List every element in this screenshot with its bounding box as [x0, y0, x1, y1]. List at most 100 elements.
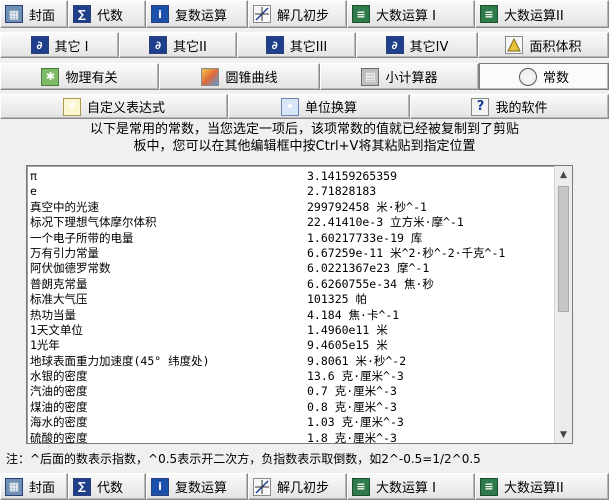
instruction-text: 以下是常用的常数，当您选定一项后，该项常数的值就已经被复制到了剪贴 板中，您可以… — [0, 121, 609, 159]
tab-label: 复数运算 — [175, 8, 228, 24]
list-item[interactable]: 海水的密度 1.03 克·厘米^-3 — [30, 415, 550, 430]
unit-convert-icon: • — [280, 97, 299, 116]
tab-封面[interactable]: ▦ 封面 — [0, 0, 68, 28]
tab-label: 大数运算II — [504, 481, 564, 496]
scroll-up-icon[interactable]: ▲ — [555, 166, 572, 183]
list-item[interactable]: 标况下理想气体摩尔体积 22.41410e-3 立方米·摩^-1 — [30, 215, 550, 230]
constant-name: 1光年 — [30, 338, 60, 353]
other-icon: ∂ — [385, 36, 404, 54]
tab-封面[interactable]: ▦ 封面 — [0, 473, 68, 500]
analytic-geometry-icon — [253, 5, 271, 23]
list-item[interactable]: 汽油的密度 0.7 克·厘米^-3 — [30, 384, 550, 399]
tab-label: 其它 I — [54, 39, 89, 55]
list-item[interactable]: π 3.14159265359 — [30, 169, 550, 184]
constant-name: e — [30, 184, 37, 199]
constant-value: 1.60217733e-19 库 — [307, 230, 423, 245]
tab-label: 封面 — [29, 481, 56, 496]
list-item[interactable]: 1天文单位 1.4960e11 米 — [30, 323, 550, 338]
constant-name: 万有引力常量 — [30, 245, 99, 260]
list-item[interactable]: 硫酸的密度 1.8 克·厘米^-3 — [30, 430, 550, 444]
tab-row-3: ✱ 物理有关 圆锥曲线 ▤ 小计算器 ◎ 常数 — [0, 63, 609, 90]
tab-解几初步[interactable]: 解几初步 — [248, 473, 347, 500]
list-item[interactable]: 阿伏伽德罗常数 6.0221367e23 摩^-1 — [30, 261, 550, 276]
tab-小计算器[interactable]: ▤ 小计算器 — [320, 63, 479, 90]
constants-list[interactable]: π 3.14159265359 e 2.71828183 真空中的光速 299792458… — [26, 165, 573, 444]
constant-name: 地球表面重力加速度(45° 纬度处) — [30, 353, 210, 368]
cover-icon: ▦ — [5, 5, 23, 23]
bottom-tab-row: ▦ 封面 ∑ 代数 i 复数运算 解几初步 ≡ 大数运算 I ≡ 大数运算II — [0, 473, 609, 500]
scroll-down-icon[interactable]: ▼ — [555, 426, 572, 443]
constant-value: 4.184 焦·卡^-1 — [307, 307, 400, 322]
tab-其它IV[interactable]: ∂ 其它IV — [356, 32, 478, 58]
big-number-icon: ≡ — [480, 477, 498, 496]
tab-物理有关[interactable]: ✱ 物理有关 — [0, 63, 159, 90]
complex-icon: i — [151, 5, 169, 23]
list-item[interactable]: 1光年 9.4605e15 米 — [30, 338, 550, 353]
list-item[interactable]: 煤油的密度 0.8 克·厘米^-3 — [30, 400, 550, 415]
tab-label: 其它IV — [409, 39, 449, 55]
tab-label: 其它II — [173, 39, 207, 55]
big-number-icon: ≡ — [352, 5, 370, 23]
list-item[interactable]: 水银的密度 13.6 克·厘米^-3 — [30, 369, 550, 384]
constant-value: 22.41410e-3 立方米·摩^-1 — [307, 215, 464, 230]
tab-常数[interactable]: ◎ 常数 — [479, 63, 609, 90]
list-item[interactable]: e 2.71828183 — [30, 184, 550, 199]
constant-value: 2.71828183 — [307, 184, 377, 199]
constant-value: 1.03 克·厘米^-3 — [307, 415, 404, 430]
tab-代数[interactable]: ∑ 代数 — [68, 0, 146, 28]
other-icon: ∂ — [30, 36, 49, 54]
constant-name: 真空中的光速 — [30, 199, 99, 214]
list-item[interactable]: 普朗克常量 6.6260755e-34 焦·秒 — [30, 277, 550, 292]
tab-大数运算II[interactable]: ≡ 大数运算II — [475, 473, 609, 500]
constant-value: 9.4605e15 米 — [307, 338, 388, 353]
scroll-thumb[interactable] — [558, 186, 569, 312]
tab-label: 解几初步 — [277, 8, 330, 24]
tab-复数运算[interactable]: i 复数运算 — [146, 473, 248, 500]
tab-自定义表达式[interactable]: f 自定义表达式 — [0, 94, 228, 119]
tab-单位换算[interactable]: • 单位换算 — [228, 94, 410, 119]
constant-value: 0.7 克·厘米^-3 — [307, 384, 397, 399]
analytic-geometry-icon — [253, 477, 271, 496]
tab-大数运算-I[interactable]: ≡ 大数运算 I — [347, 0, 475, 28]
constant-value: 1.8 克·厘米^-3 — [307, 430, 397, 444]
tab-row-1: ▦ 封面 ∑ 代数 i 复数运算 解几初步 ≡ 大数运算 I ≡ 大数运算II — [0, 0, 609, 28]
tab-label: 我的软件 — [495, 101, 548, 116]
big-number-icon: ≡ — [352, 477, 370, 496]
algebra-icon: ∑ — [73, 5, 91, 23]
tab-我的软件[interactable]: ? 我的软件 — [410, 94, 609, 119]
constant-value: 6.67259e-11 米^2·秒^-2·千克^-1 — [307, 245, 506, 260]
list-item[interactable]: 地球表面重力加速度(45° 纬度处) 9.8061 米·秒^-2 — [30, 354, 550, 369]
tab-大数运算-I[interactable]: ≡ 大数运算 I — [347, 473, 475, 500]
constant-value: 3.14159265359 — [307, 169, 398, 183]
tab-label: 大数运算 I — [376, 8, 436, 24]
tab-复数运算[interactable]: i 复数运算 — [146, 0, 248, 28]
area-volume-icon — [505, 36, 524, 54]
cover-icon: ▦ — [5, 477, 23, 496]
instruction-line-1: 以下是常用的常数，当您选定一项后，该项常数的值就已经被复制到了剪贴 — [89, 122, 519, 137]
constant-name: 硫酸的密度 — [30, 430, 88, 444]
tab-其它II[interactable]: ∂ 其它II — [119, 32, 237, 58]
list-item[interactable]: 标准大气压 101325 帕 — [30, 292, 550, 307]
list-item[interactable]: 真空中的光速 299792458 米·秒^-1 — [30, 200, 550, 215]
constant-value: 1.4960e11 米 — [307, 322, 388, 337]
help-icon: ? — [471, 97, 490, 116]
tab-面积体积[interactable]: 面积体积 — [478, 32, 609, 58]
algebra-icon: ∑ — [73, 477, 91, 496]
tab-其它-I[interactable]: ∂ 其它 I — [0, 32, 119, 58]
tab-其它III[interactable]: ∂ 其它III — [237, 32, 356, 58]
tab-圆锥曲线[interactable]: 圆锥曲线 — [159, 63, 320, 90]
constant-name: 标况下理想气体摩尔体积 — [30, 215, 157, 230]
vertical-scrollbar[interactable]: ▲ ▼ — [554, 166, 572, 443]
tab-大数运算II[interactable]: ≡ 大数运算II — [475, 0, 609, 28]
big-number-icon: ≡ — [480, 5, 498, 23]
constant-name: 阿伏伽德罗常数 — [30, 261, 111, 276]
tab-解几初步[interactable]: 解几初步 — [248, 0, 347, 28]
tab-row-2: ∂ 其它 I ∂ 其它II ∂ 其它III ∂ 其它IV 面积体积 — [0, 32, 609, 58]
list-item[interactable]: 一个电子所带的电量 1.60217733e-19 库 — [30, 231, 550, 246]
constant-name: 1天文单位 — [30, 322, 83, 337]
tab-代数[interactable]: ∑ 代数 — [68, 473, 146, 500]
list-item[interactable]: 热功当量 4.184 焦·卡^-1 — [30, 308, 550, 323]
constant-value: 299792458 米·秒^-1 — [307, 199, 427, 214]
list-item[interactable]: 万有引力常量 6.67259e-11 米^2·秒^-2·千克^-1 — [30, 246, 550, 261]
other-icon: ∂ — [149, 36, 168, 54]
